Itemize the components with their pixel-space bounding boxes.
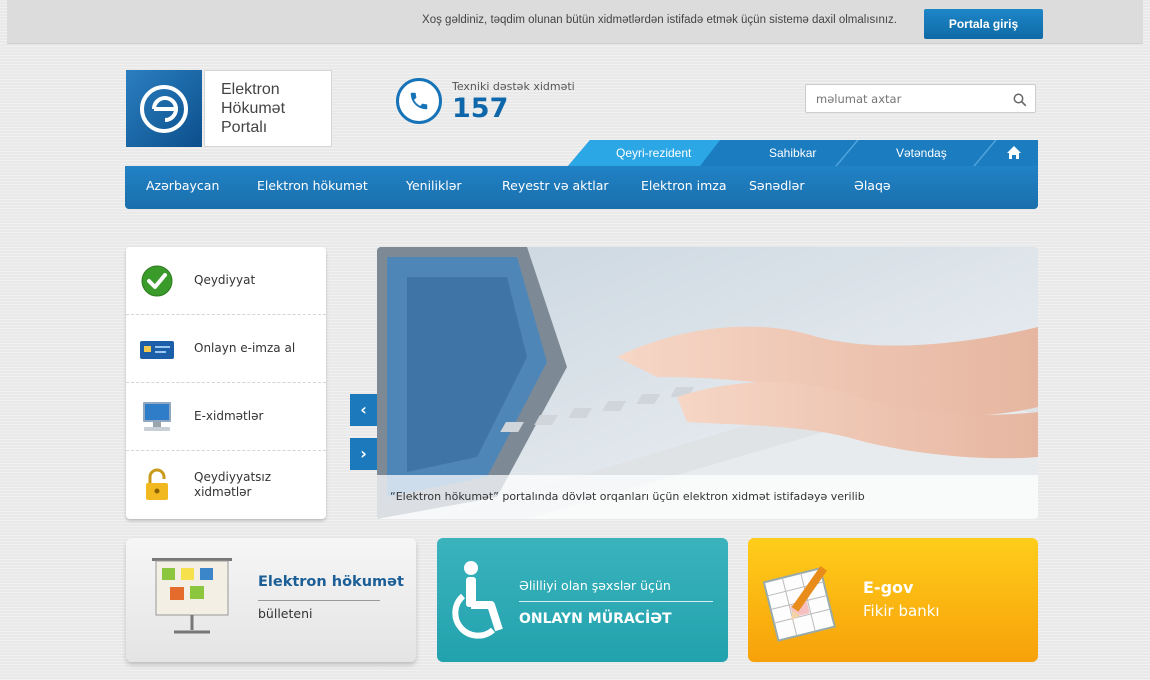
- menu-label-online-e-signature: Onlayn e-imza al: [194, 341, 296, 355]
- menu-label-registration: Qeydiyyat: [194, 273, 256, 287]
- slider-next-button[interactable]: ›: [350, 438, 377, 470]
- bulletin-board-icon: [148, 556, 236, 640]
- menu-item-online-e-signature[interactable]: Onlayn e-imza al: [126, 315, 326, 383]
- tab-non-resident[interactable]: Qeyri-rezident: [616, 146, 691, 160]
- top-bar: Xoş gəldiniz, təqdim olunan bütün xidmət…: [7, 0, 1143, 44]
- nav-item-azerbaijan[interactable]: Azərbaycan: [146, 178, 219, 193]
- notebook-pencil-icon: [756, 558, 846, 652]
- search-box: [805, 84, 1036, 113]
- welcome-message: Xoş gəldiniz, təqdim olunan bütün xidmət…: [422, 14, 897, 26]
- nav-item-documents[interactable]: Sənədlər: [749, 178, 804, 193]
- search-icon[interactable]: [1013, 92, 1027, 111]
- nav-item-registry[interactable]: Reyestr və aktlar: [502, 178, 609, 193]
- nav-item-contact[interactable]: Əlaqə: [854, 178, 891, 193]
- slider-prev-button[interactable]: ‹: [350, 394, 377, 426]
- logo-line-1: Elektron: [221, 81, 280, 98]
- audience-tabs: Qeyri-rezident Sahibkar Vətəndaş: [568, 140, 1038, 166]
- disability-title: Əlilliyi olan şəxslər üçün: [519, 578, 671, 593]
- logo-mark-icon: [126, 70, 202, 147]
- support-label: Texniki dəstək xidməti: [452, 80, 575, 93]
- nav-item-e-signature[interactable]: Elektron imza: [641, 178, 726, 193]
- tab-entrepreneur[interactable]: Sahibkar: [769, 146, 816, 160]
- logo-line-3: Portalı: [221, 119, 268, 136]
- unlock-icon: [138, 467, 176, 503]
- disability-subtitle: ONLAYN MÜRACİƏT: [519, 611, 672, 627]
- menu-label-unregistered-1: Qeydiyyatsız: [194, 470, 272, 484]
- wheelchair-icon: [445, 560, 511, 646]
- computer-icon: [138, 399, 176, 435]
- egov-title: E-gov: [863, 578, 914, 597]
- logo-text: Elektron Hökumət Portalı: [204, 70, 332, 147]
- checkmark-icon: [138, 263, 176, 299]
- bulletin-subtitle: bülleteni: [258, 606, 313, 621]
- slider-caption[interactable]: “Elektron hökumət” portalında dövlət orq…: [377, 475, 1038, 519]
- search-input[interactable]: [816, 90, 1006, 108]
- nav-item-e-government[interactable]: Elektron hökumət: [257, 178, 368, 193]
- menu-item-e-services[interactable]: E-xidmətlər: [126, 383, 326, 451]
- portal-logo[interactable]: Elektron Hökumət Portalı: [126, 70, 332, 147]
- bulletin-tile[interactable]: Elektron hökumət bülleteni: [126, 538, 416, 662]
- main-nav: Azərbaycan Elektron hökumət Yeniliklər R…: [125, 166, 1038, 209]
- egov-subtitle: Fikir bankı: [863, 602, 940, 620]
- menu-label-e-services: E-xidmətlər: [194, 409, 264, 423]
- nav-item-news[interactable]: Yeniliklər: [406, 178, 462, 193]
- slider-caption-text: “Elektron hökumət” portalında dövlət orq…: [390, 490, 865, 503]
- logo-line-2: Hökumət: [221, 100, 286, 117]
- quick-services-menu: Qeydiyyat Onlayn e-imza al E-xidmətlər Q…: [126, 247, 326, 519]
- disability-appeal-tile[interactable]: Əlilliyi olan şəxslər üçün ONLAYN MÜRACİ…: [437, 538, 728, 662]
- portal-login-button[interactable]: Portala giriş: [924, 9, 1043, 39]
- home-icon[interactable]: [1006, 145, 1022, 164]
- id-card-icon: [138, 331, 176, 367]
- bulletin-title: Elektron hökumət: [258, 574, 404, 590]
- news-slider[interactable]: “Elektron hökumət” portalında dövlət orq…: [377, 247, 1038, 519]
- support-number[interactable]: 157: [452, 93, 508, 124]
- menu-item-unregistered-services[interactable]: Qeydiyyatsız xidmətlər: [126, 451, 326, 519]
- tab-citizen[interactable]: Vətəndaş: [896, 146, 947, 160]
- menu-label-unregistered-2: xidmətlər: [194, 485, 252, 499]
- phone-icon: [396, 78, 442, 124]
- menu-item-registration[interactable]: Qeydiyyat: [126, 247, 326, 315]
- egov-idea-bank-tile[interactable]: E-gov Fikir bankı: [748, 538, 1038, 662]
